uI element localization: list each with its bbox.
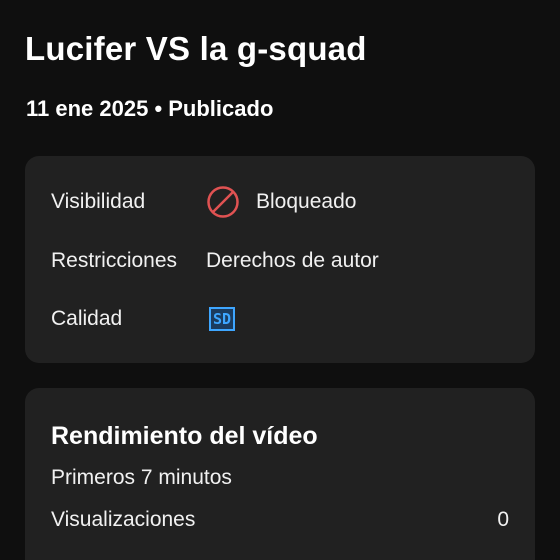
visibility-label: Visibilidad [51, 190, 146, 213]
quality-row[interactable]: Calidad SD [51, 304, 509, 334]
sd-quality-badge: SD [209, 307, 235, 331]
video-meta: 11 ene 2025 • Publicado [26, 96, 274, 121]
performance-period: Primeros 7 minutos [51, 466, 232, 489]
quality-value-group: SD [206, 307, 235, 331]
status-card: Visibilidad Bloqueado Restricciones Dere… [25, 156, 535, 363]
restrictions-row[interactable]: Restricciones Derechos de autor [51, 246, 509, 276]
video-title: Lucifer VS la g-squad [25, 30, 367, 67]
performance-card[interactable]: Rendimiento del vídeo Primeros 7 minutos… [25, 388, 535, 560]
blocked-icon [206, 185, 240, 219]
visibility-value-group: Bloqueado [206, 185, 356, 219]
performance-title: Rendimiento del vídeo [51, 422, 318, 450]
video-details-page: Lucifer VS la g-squad 11 ene 2025 • Publ… [0, 0, 560, 560]
quality-label: Calidad [51, 307, 123, 330]
restrictions-value: Derechos de autor [206, 249, 379, 272]
restrictions-label: Restricciones [51, 249, 178, 272]
views-label: Visualizaciones [51, 508, 196, 531]
metric-row: Visualizaciones 0 [51, 508, 509, 532]
visibility-row[interactable]: Visibilidad Bloqueado [51, 185, 509, 219]
views-value: 0 [497, 508, 509, 531]
visibility-value: Bloqueado [256, 190, 357, 213]
